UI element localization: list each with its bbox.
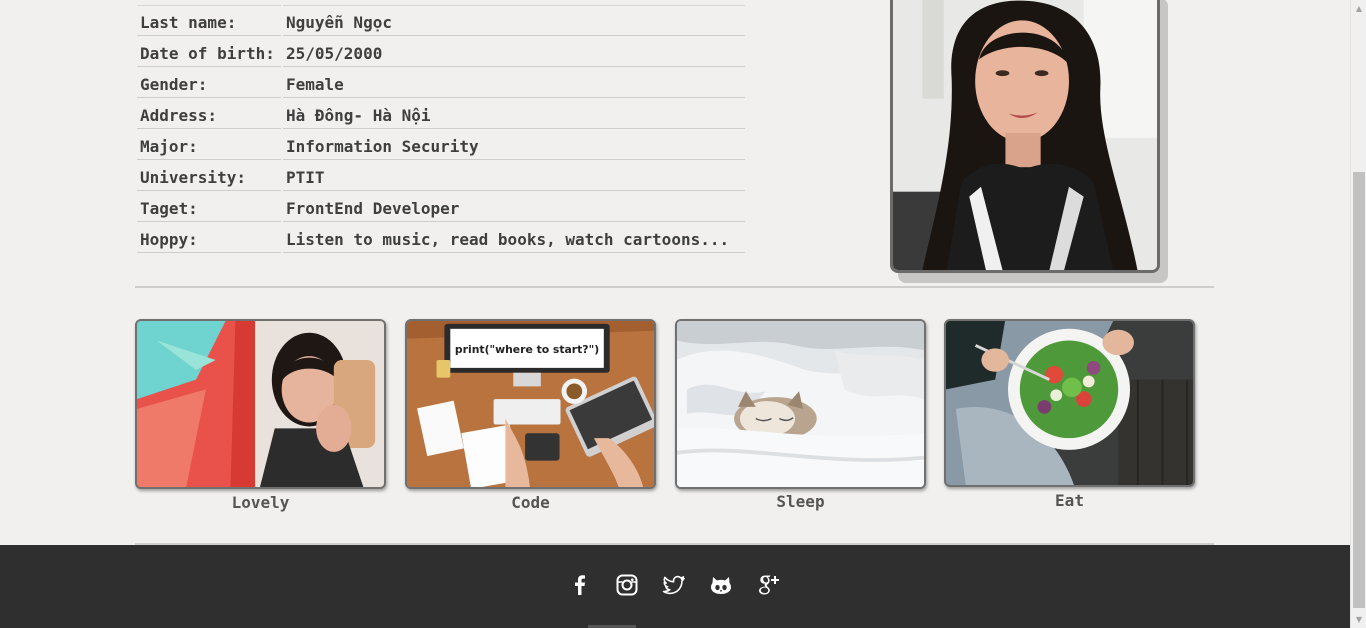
row-value: FrontEnd Developer [283, 191, 745, 222]
gallery-caption-sleep: Sleep [776, 492, 825, 511]
gallery-card-lovely[interactable] [135, 319, 386, 489]
profile-row-address: Address: Hà Đông- Hà Nội [137, 98, 745, 129]
gallery-caption-eat: Eat [1055, 491, 1084, 510]
row-label: University: [137, 160, 281, 191]
row-value: Information Security [283, 129, 745, 160]
profile-photo [890, 0, 1160, 273]
profile-row-gender: Gender: Female [137, 67, 745, 98]
row-value: 25/05/2000 [283, 36, 745, 67]
instagram-icon [616, 574, 638, 596]
instagram-link[interactable] [615, 573, 639, 597]
row-label: Taget: [137, 191, 281, 222]
eat-photo [946, 321, 1193, 485]
row-label: Major: [137, 129, 281, 160]
facebook-link[interactable] [568, 573, 592, 597]
profile-row-university: University: PTIT [137, 160, 745, 191]
github-link[interactable] [709, 573, 733, 597]
facebook-icon [575, 575, 585, 595]
row-value: PTIT [283, 160, 745, 191]
scroll-thumb[interactable] [1353, 172, 1365, 608]
row-label: Gender: [137, 67, 281, 98]
twitter-icon [662, 575, 685, 595]
section-divider [135, 286, 1214, 288]
gallery-card-code[interactable]: print("where to start?") [405, 319, 656, 489]
gallery-caption-code: Code [511, 493, 550, 512]
row-value: Hà Đông- Hà Nội [283, 98, 745, 129]
lovely-photo [137, 321, 384, 487]
row-label: Address: [137, 98, 281, 129]
row-value: Listen to music, read books, watch carto… [283, 222, 745, 253]
profile-info-table: Last name: Nguyễn Ngọc Date of birth: 25… [135, 5, 747, 253]
profile-photo-image [893, 0, 1157, 270]
gallery-caption-lovely: Lovely [231, 493, 290, 512]
row-value: Nguyễn Ngọc [283, 5, 745, 36]
profile-row-last-name: Last name: Nguyễn Ngọc [137, 5, 745, 36]
google-plus-icon [759, 575, 779, 595]
github-icon [711, 577, 731, 594]
row-label: Hoppy: [137, 222, 281, 253]
code-photo: print("where to start?") [407, 321, 654, 487]
twitter-link[interactable] [662, 573, 686, 597]
sleep-photo [677, 321, 924, 487]
social-links [568, 573, 780, 597]
scroll-down-arrow-icon[interactable]: ▼ [1351, 611, 1366, 628]
profile-row-major: Major: Information Security [137, 129, 745, 160]
gallery-card-sleep[interactable] [675, 319, 926, 489]
vertical-scrollbar[interactable]: ▲ ▼ [1350, 0, 1366, 628]
scroll-up-arrow-icon[interactable]: ▲ [1351, 0, 1366, 17]
row-value: Female [283, 67, 745, 98]
gallery-card-eat[interactable] [944, 319, 1195, 487]
code-screen-text: print("where to start?") [455, 343, 599, 356]
profile-row-date-of-birth: Date of birth: 25/05/2000 [137, 36, 745, 67]
footer [0, 545, 1350, 628]
row-label: Last name: [137, 5, 281, 36]
profile-row-target: Taget: FrontEnd Developer [137, 191, 745, 222]
profile-row-hobby: Hoppy: Listen to music, read books, watc… [137, 222, 745, 253]
row-label: Date of birth: [137, 36, 281, 67]
google-plus-link[interactable] [756, 573, 780, 597]
